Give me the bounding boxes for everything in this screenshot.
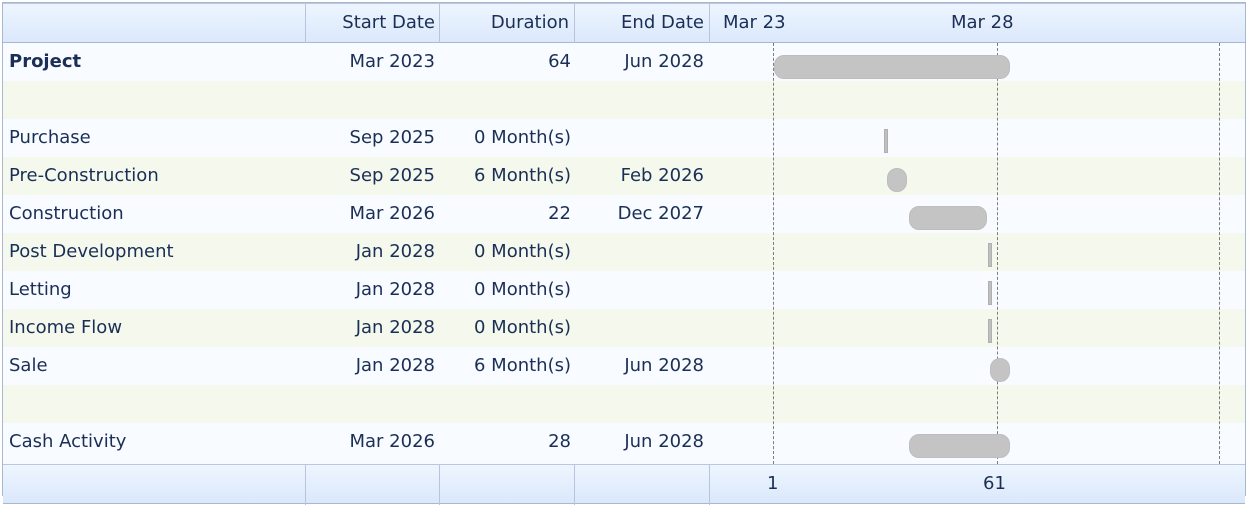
timeline-start-period: 1	[767, 473, 779, 494]
timeline-right-gridline	[1219, 43, 1220, 464]
pre-construction-gantt-bar[interactable]	[887, 168, 907, 192]
table-row[interactable]	[3, 81, 1245, 119]
start-date: Jan 2028	[355, 317, 435, 338]
project-gantt-bar[interactable]	[774, 55, 1010, 79]
start-date: Jan 2028	[355, 355, 435, 376]
table-row[interactable]: Purchase Sep 2025 0 Month(s)	[3, 119, 1245, 157]
table-row[interactable]: Pre-Construction Sep 2025 6 Month(s) Feb…	[3, 157, 1245, 195]
timeline-end-label: Mar 28	[951, 12, 1014, 33]
income-flow-milestone[interactable]	[988, 319, 992, 343]
end-date: Dec 2027	[617, 203, 704, 224]
header-separator	[439, 4, 440, 44]
start-date: Jan 2028	[355, 241, 435, 262]
duration: 22	[548, 203, 571, 224]
timeline-end-period: 61	[983, 473, 1006, 494]
footer-separator	[305, 465, 306, 505]
timeline-start-gridline	[773, 43, 774, 464]
table-row[interactable]: Post Development Jan 2028 0 Month(s)	[3, 233, 1245, 271]
end-date: Jun 2028	[624, 431, 704, 452]
post-development-milestone[interactable]	[988, 243, 992, 267]
construction-gantt-bar[interactable]	[909, 206, 987, 230]
task-name: Letting	[9, 279, 72, 300]
timeline-start-label: Mar 23	[723, 12, 786, 33]
duration: 64	[548, 51, 571, 72]
project-gantt-grid: Start Date Duration End Date Mar 23 Mar …	[2, 2, 1246, 505]
table-row[interactable]: Sale Jan 2028 6 Month(s) Jun 2028	[3, 347, 1245, 385]
duration: 0 Month(s)	[473, 127, 571, 148]
letting-milestone[interactable]	[988, 281, 992, 305]
start-date: Sep 2025	[349, 127, 435, 148]
header-separator	[709, 4, 710, 44]
grid-footer: 1 61	[3, 464, 1245, 505]
header-separator	[574, 4, 575, 44]
start-date: Mar 2026	[349, 431, 436, 452]
table-row[interactable]	[3, 385, 1245, 423]
header-separator	[305, 4, 306, 44]
footer-separator	[439, 465, 440, 505]
cash-activity-gantt-bar[interactable]	[909, 434, 1010, 458]
start-date: Sep 2025	[349, 165, 435, 186]
task-name: Project	[9, 51, 82, 72]
table-row[interactable]: Project Mar 2023 64 Jun 2028	[3, 43, 1245, 81]
grid-header: Start Date Duration End Date Mar 23 Mar …	[3, 3, 1245, 44]
duration: 0 Month(s)	[473, 317, 571, 338]
start-date: Mar 2026	[349, 203, 436, 224]
duration: 28	[548, 431, 571, 452]
end-date: Jun 2028	[624, 355, 704, 376]
duration: 0 Month(s)	[473, 279, 571, 300]
table-row[interactable]: Cash Activity Mar 2026 28 Jun 2028	[3, 423, 1245, 461]
start-date-header[interactable]: Start Date	[315, 4, 435, 42]
task-name: Purchase	[9, 127, 91, 148]
end-date-header[interactable]: End Date	[585, 4, 704, 42]
footer-separator	[709, 465, 710, 505]
task-name: Sale	[9, 355, 48, 376]
table-row[interactable]: Letting Jan 2028 0 Month(s)	[3, 271, 1245, 309]
task-name: Post Development	[9, 241, 174, 262]
end-date: Jun 2028	[624, 51, 704, 72]
footer-separator	[574, 465, 575, 505]
start-date: Mar 2023	[349, 51, 436, 72]
start-date: Jan 2028	[355, 279, 435, 300]
table-row[interactable]: Income Flow Jan 2028 0 Month(s)	[3, 309, 1245, 347]
timeline-end-gridline	[997, 43, 998, 464]
duration: 6 Month(s)	[473, 165, 571, 186]
table-row[interactable]: Construction Mar 2026 22 Dec 2027	[3, 195, 1245, 233]
duration: 6 Month(s)	[473, 355, 571, 376]
sale-gantt-bar[interactable]	[990, 358, 1010, 382]
task-list: Project Mar 2023 64 Jun 2028 Purchase Se…	[3, 43, 1245, 464]
task-name: Construction	[9, 203, 124, 224]
duration: 0 Month(s)	[473, 241, 571, 262]
task-name: Pre-Construction	[9, 165, 159, 186]
duration-header[interactable]: Duration	[449, 4, 569, 42]
end-date: Feb 2026	[620, 165, 704, 186]
task-name: Income Flow	[9, 317, 123, 338]
task-name: Cash Activity	[9, 431, 127, 452]
purchase-milestone[interactable]	[884, 129, 888, 153]
